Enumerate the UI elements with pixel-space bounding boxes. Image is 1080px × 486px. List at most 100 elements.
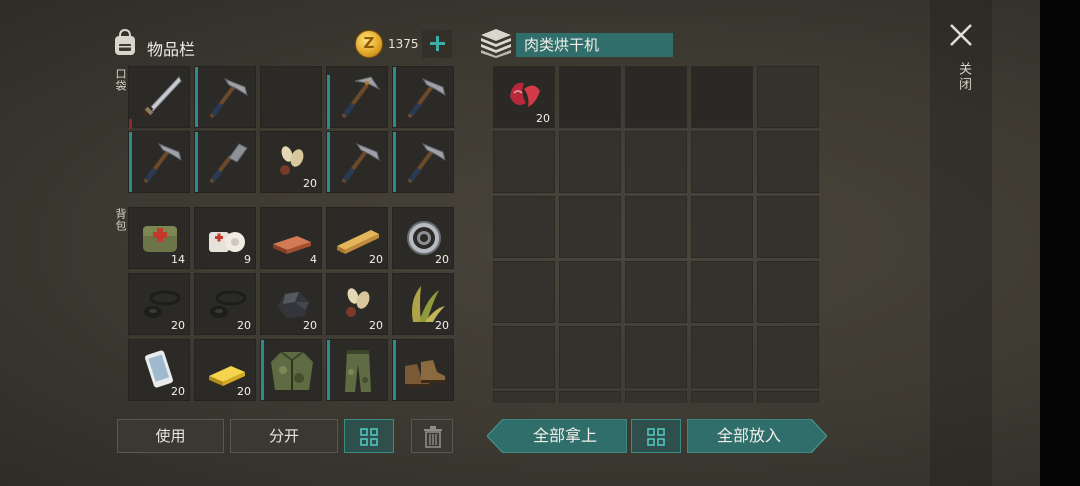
pocket-slot[interactable]: [194, 66, 256, 128]
backpack-slot[interactable]: 20: [260, 273, 322, 335]
pickaxe-icon: [341, 142, 380, 184]
coin-count: 1375: [388, 37, 419, 51]
container-slot[interactable]: [757, 261, 819, 323]
pocket-label: 口袋: [114, 68, 127, 92]
add-coins-button[interactable]: [422, 30, 452, 58]
take-all-button[interactable]: 全部拿上: [503, 419, 627, 453]
pickaxe-icon: [209, 77, 248, 119]
backpack-label: 背包: [114, 208, 127, 232]
container-slot[interactable]: [493, 196, 555, 258]
camo-jacket-icon: [271, 351, 313, 390]
item-count: 9: [244, 253, 251, 266]
backpack-slot[interactable]: 20: [326, 273, 388, 335]
container-slot[interactable]: [757, 391, 819, 403]
container-slot[interactable]: [559, 261, 621, 323]
container-slot[interactable]: [691, 196, 753, 258]
backpack-slot[interactable]: 20: [326, 207, 388, 269]
backpack-slot[interactable]: 20: [128, 339, 190, 401]
item-count: 20: [237, 385, 251, 398]
container-slot[interactable]: [625, 131, 687, 193]
pocket-slot[interactable]: [128, 131, 190, 193]
pocket-slot[interactable]: [260, 66, 322, 128]
item-count: 20: [237, 319, 251, 332]
container-slot[interactable]: [691, 261, 753, 323]
put-all-button[interactable]: 全部放入: [687, 419, 811, 453]
item-count: 20: [171, 319, 185, 332]
pocket-slot[interactable]: [326, 66, 388, 129]
sort-inventory-button[interactable]: [344, 419, 394, 453]
container-slot[interactable]: [625, 196, 687, 258]
container-title: 肉类烘干机: [516, 33, 673, 57]
container-slot[interactable]: [559, 131, 621, 193]
backpack-slot[interactable]: [326, 339, 388, 401]
grid-icon: [647, 428, 665, 446]
container-slot[interactable]: [493, 131, 555, 193]
container-slot[interactable]: [625, 391, 687, 403]
container-slot[interactable]: [691, 391, 753, 403]
container-slot[interactable]: [757, 326, 819, 388]
container-slot[interactable]: [559, 391, 621, 403]
container-slot[interactable]: [559, 326, 621, 388]
pickaxe-icon: [143, 142, 182, 184]
item-count: 20: [303, 177, 317, 190]
trash-button[interactable]: [411, 419, 453, 453]
container-slot[interactable]: [625, 326, 687, 388]
shovel-icon: [209, 143, 248, 184]
container-slot[interactable]: [625, 261, 687, 323]
pocket-slot[interactable]: 20: [260, 131, 322, 193]
container-slot[interactable]: [691, 131, 753, 193]
backpack-slot[interactable]: 20: [128, 273, 190, 335]
backpack-slot[interactable]: 20: [194, 273, 256, 335]
pickaxe-icon: [341, 76, 381, 119]
container-slot[interactable]: [757, 196, 819, 258]
use-button[interactable]: 使用: [117, 419, 224, 453]
container-slot[interactable]: [493, 391, 555, 403]
item-count: 20: [435, 253, 449, 266]
backpack-slot[interactable]: [260, 339, 322, 401]
item-count: 20: [435, 319, 449, 332]
grid-icon: [360, 428, 378, 446]
container-slot[interactable]: [493, 261, 555, 323]
item-count: 20: [536, 112, 550, 125]
container-slot[interactable]: [625, 66, 687, 128]
item-count: 20: [171, 385, 185, 398]
coin-icon: Z: [355, 30, 383, 58]
backpack-slot[interactable]: 20: [392, 207, 454, 269]
container-slot[interactable]: [493, 326, 555, 388]
item-count: 20: [369, 319, 383, 332]
container-slot[interactable]: 20: [493, 66, 555, 128]
backpack-slot[interactable]: 20: [392, 273, 454, 335]
close-label[interactable]: 关闭: [954, 62, 973, 92]
backpack-slot[interactable]: 4: [260, 207, 322, 269]
pocket-slot[interactable]: [194, 131, 256, 193]
boots-icon: [405, 360, 445, 387]
backpack-slot[interactable]: [392, 339, 454, 401]
backpack-slot[interactable]: 20: [194, 339, 256, 401]
backpack-slot[interactable]: 14: [128, 207, 190, 269]
container-slot[interactable]: [559, 196, 621, 258]
machete-icon: [141, 76, 182, 118]
split-button[interactable]: 分开: [230, 419, 338, 453]
pickaxe-icon: [407, 142, 446, 184]
close-icon[interactable]: [948, 22, 974, 48]
item-count: 4: [310, 253, 317, 266]
container-slot[interactable]: [691, 66, 753, 128]
inventory-title: 物品栏: [147, 40, 196, 59]
screen-edge: [1040, 0, 1080, 486]
pickaxe-icon: [407, 77, 446, 119]
pocket-slot[interactable]: [128, 66, 190, 129]
item-count: 20: [369, 253, 383, 266]
container-slot[interactable]: [691, 326, 753, 388]
sort-container-button[interactable]: [631, 419, 681, 453]
container-slot[interactable]: [757, 131, 819, 193]
camo-pants-icon: [345, 350, 371, 392]
pocket-slot[interactable]: [392, 131, 454, 193]
container-slot[interactable]: [559, 66, 621, 128]
container-icon: [481, 29, 511, 58]
trash-icon: [424, 426, 442, 448]
pocket-slot[interactable]: [326, 131, 388, 193]
container-slot[interactable]: [757, 66, 819, 128]
item-count: 14: [171, 253, 185, 266]
pocket-slot[interactable]: [392, 66, 454, 128]
backpack-slot[interactable]: 9: [194, 207, 256, 269]
